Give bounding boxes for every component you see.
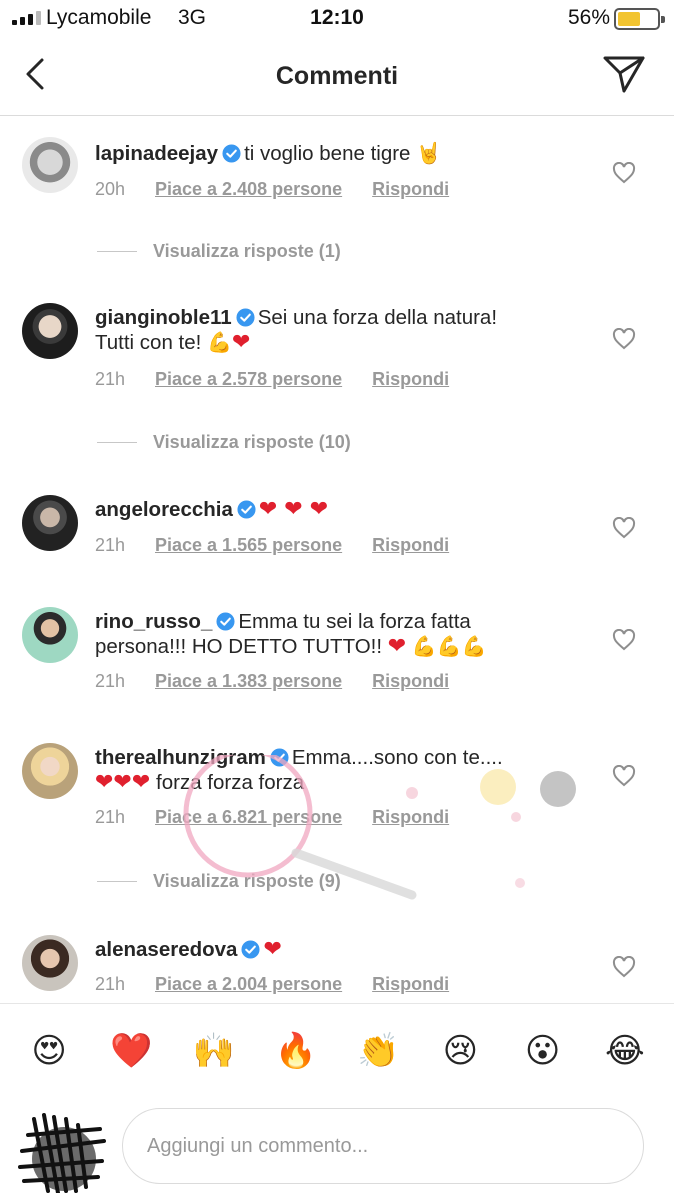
view-replies-label: Visualizza risposte (1)	[153, 241, 341, 261]
flexed-biceps-emoji: 💪	[207, 330, 232, 354]
red-heart-emoji: ❤❤❤	[95, 770, 151, 795]
verified-badge-icon	[241, 940, 260, 959]
like-heart-icon[interactable]	[612, 162, 636, 184]
avatar[interactable]	[22, 935, 78, 991]
comment-time: 20h	[95, 179, 126, 199]
comment-username[interactable]: alenaseredova	[95, 938, 237, 961]
comment-text: lapinadeejay ti voglio bene tigre 🤘	[95, 141, 575, 166]
comment-text: angelorecchia ❤ ❤ ❤	[95, 497, 575, 522]
comment-text: gianginoble11 Sei una forza della natura!…	[95, 305, 575, 355]
view-replies-button[interactable]: Visualizza risposte (10)	[97, 432, 351, 453]
surprised-face-emoji-button[interactable]: 😮	[511, 1026, 575, 1076]
nav-header: Commenti	[0, 38, 674, 116]
battery-icon	[614, 8, 665, 30]
view-replies-button[interactable]: Visualizza risposte (9)	[97, 871, 341, 892]
verified-badge-icon	[237, 500, 256, 519]
comment-username[interactable]: therealhunzigram	[95, 746, 266, 769]
comment-meta: 20h Piace a 2.408 persone Rispondi	[95, 179, 449, 200]
red-heart-emoji-button[interactable]: ❤️	[99, 1026, 163, 1076]
comment-list: lapinadeejay ti voglio bene tigre 🤘 20h P…	[0, 117, 674, 1002]
reply-button[interactable]: Rispondi	[372, 369, 449, 390]
verified-badge-icon	[270, 748, 289, 767]
crying-face-emoji-button[interactable]: 😢	[428, 1026, 492, 1076]
comment-text: alenaseredova ❤	[95, 937, 575, 962]
current-user-avatar	[18, 1113, 106, 1193]
comment-composer: Aggiungi un commento...	[0, 1097, 674, 1200]
status-bar: Lycamobile 3G 12:10 56%	[0, 0, 674, 38]
comment-username[interactable]: angelorecchia	[95, 498, 233, 521]
raised-hands-emoji-button[interactable]: 🙌	[182, 1026, 246, 1076]
comment-likes-link[interactable]: Piace a 1.383 persone	[155, 671, 342, 692]
comment-time: 21h	[95, 671, 126, 691]
page-title: Commenti	[275, 62, 399, 90]
comment-meta: 21h Piace a 1.383 persone Rispondi	[95, 671, 449, 692]
fire-emoji-button[interactable]: 🔥	[264, 1026, 328, 1076]
reply-button[interactable]: Rispondi	[372, 974, 449, 995]
comment-meta: 21h Piace a 6.821 persone Rispondi	[95, 807, 449, 828]
view-replies-label: Visualizza risposte (9)	[153, 871, 341, 891]
reply-button[interactable]: Rispondi	[372, 179, 449, 200]
avatar[interactable]	[22, 607, 78, 663]
red-heart-emoji: ❤ ❤ ❤	[258, 497, 329, 522]
comment-time: 21h	[95, 369, 126, 389]
verified-badge-icon	[222, 144, 241, 163]
comment-body-line2: persona!!! HO DETTO TUTTO!!	[95, 635, 383, 658]
comment-username[interactable]: gianginoble11	[95, 306, 232, 329]
avatar[interactable]	[22, 303, 78, 359]
red-heart-emoji: ❤	[387, 634, 407, 659]
comment-likes-link[interactable]: Piace a 2.004 persone	[155, 974, 342, 995]
comment-likes-link[interactable]: Piace a 2.408 persone	[155, 179, 342, 200]
avatar[interactable]	[22, 743, 78, 799]
comment-likes-link[interactable]: Piace a 2.578 persone	[155, 369, 342, 390]
like-heart-icon[interactable]	[612, 328, 636, 350]
comment-meta: 21h Piace a 2.578 persone Rispondi	[95, 369, 449, 390]
red-heart-emoji: ❤	[263, 937, 282, 962]
red-heart-emoji: ❤	[231, 330, 251, 355]
avatar[interactable]	[22, 137, 78, 193]
comment-body-line2: Tutti con te!	[95, 331, 202, 354]
comment-input[interactable]: Aggiungi un commento...	[122, 1108, 644, 1184]
comment-body-line2: forza forza forza	[156, 771, 305, 794]
reply-button[interactable]: Rispondi	[372, 671, 449, 692]
comment-body: Emma tu sei la forza fatta	[238, 610, 471, 633]
comment-time: 21h	[95, 974, 126, 994]
comment-username[interactable]: rino_russo_	[95, 610, 212, 633]
comment-body: Sei una forza della natura!	[257, 306, 498, 329]
comment-text: rino_russo_ Emma tu sei la forza fatta pe…	[95, 609, 575, 659]
like-heart-icon[interactable]	[612, 765, 636, 787]
comment-meta: 21h Piace a 2.004 persone Rispondi	[95, 974, 449, 995]
comment-text: therealhunzigram Emma....sono con te.... …	[95, 745, 575, 795]
view-replies-label: Visualizza risposte (10)	[153, 432, 351, 452]
battery-percentage: 56%	[567, 6, 610, 29]
comment-likes-link[interactable]: Piace a 1.565 persone	[155, 535, 342, 556]
reply-button[interactable]: Rispondi	[372, 535, 449, 556]
reply-button[interactable]: Rispondi	[372, 807, 449, 828]
avatar[interactable]	[22, 495, 78, 551]
laughing-face-emoji-button[interactable]: 😂	[593, 1026, 657, 1076]
flexed-biceps-emoji: 💪💪💪	[411, 634, 487, 658]
like-heart-icon[interactable]	[612, 517, 636, 539]
heart-eyes-emoji-button[interactable]: 😍	[17, 1026, 81, 1076]
verified-badge-icon	[216, 612, 235, 631]
quick-emoji-bar: 😍 ❤️ 🙌 🔥 👏 😢 😮 😂	[0, 1003, 674, 1097]
comment-username[interactable]: lapinadeejay	[95, 142, 218, 165]
comment-meta: 21h Piace a 1.565 persone Rispondi	[95, 535, 449, 556]
comment-body: Emma....sono con te....	[291, 746, 503, 769]
like-heart-icon[interactable]	[612, 629, 636, 651]
like-heart-icon[interactable]	[612, 956, 636, 978]
clapping-hands-emoji-button[interactable]: 👏	[346, 1026, 410, 1076]
comment-body: ti voglio bene tigre 🤘	[244, 142, 442, 165]
comment-likes-link[interactable]: Piace a 6.821 persone	[155, 807, 342, 828]
comment-time: 21h	[95, 807, 126, 827]
verified-badge-icon	[236, 308, 255, 327]
view-replies-button[interactable]: Visualizza risposte (1)	[97, 241, 341, 262]
comment-time: 21h	[95, 535, 126, 555]
direct-send-icon[interactable]	[602, 54, 646, 94]
